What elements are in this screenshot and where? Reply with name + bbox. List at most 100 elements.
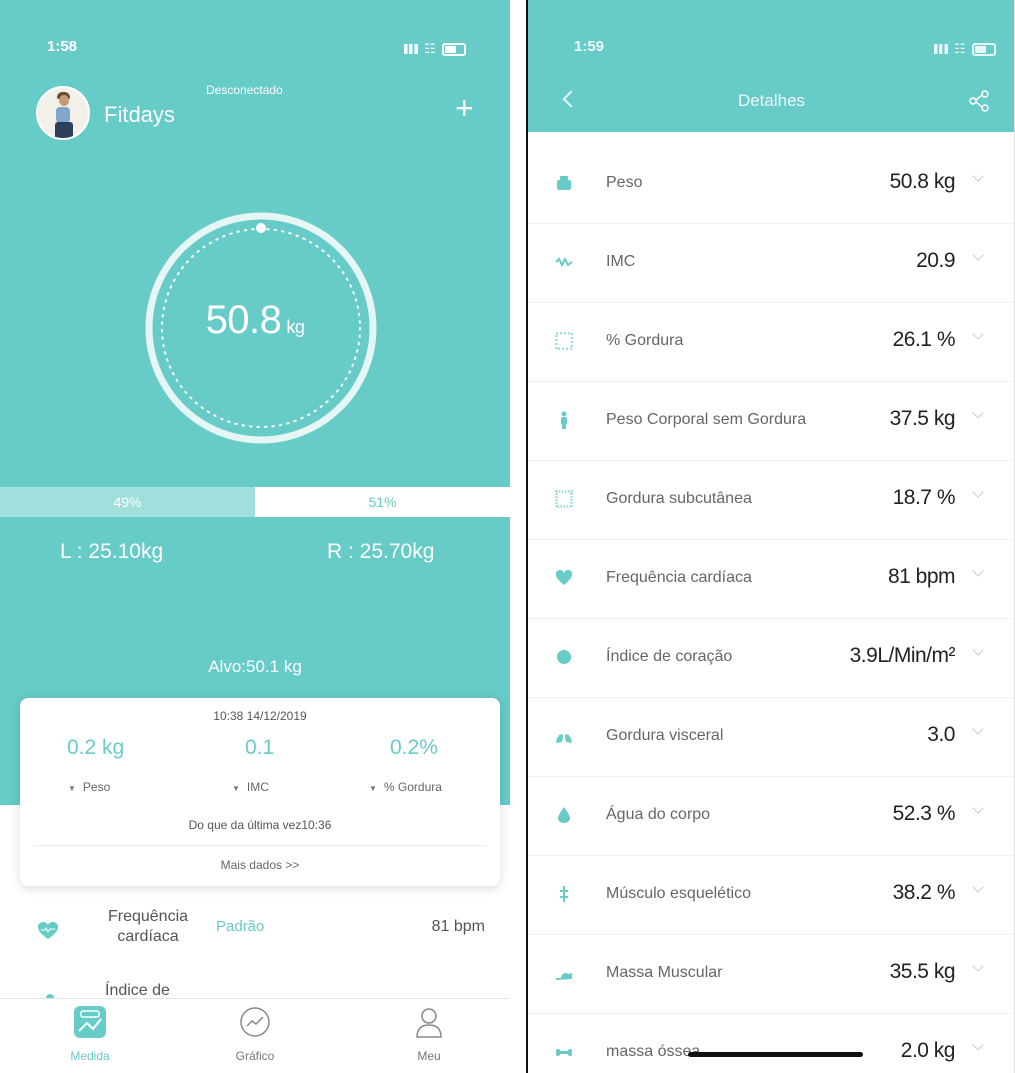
detail-row-name: Gordura visceral [606,727,724,744]
chevron-down-icon[interactable] [972,802,984,814]
water-drop-icon [558,807,570,823]
body-icon [561,411,567,429]
balance-left-bar: 49% [0,487,255,517]
card-divider [34,845,486,846]
battery-icon [971,42,996,56]
chart-icon [238,1005,272,1039]
detail-row-name: Gordura subcutânea [606,490,752,507]
detail-row[interactable]: Frequência cardíaca 81 bpm [528,541,1014,619]
chevron-down-icon[interactable] [972,723,984,735]
tab-medida[interactable]: Medida [40,1005,140,1063]
detail-row-value: 38.2 % [892,881,956,904]
detail-row-value: 20.9 [916,249,955,272]
change-card: 10:38 14/12/2019 0.2 kg 0.1 0.2% ▼ Peso ▼… [20,698,500,886]
chevron-down-icon[interactable] [972,328,984,340]
home-indicator [688,1052,863,1057]
detail-row[interactable]: % Gordura 26.1 % [528,304,1014,382]
detail-row[interactable]: Índice de coração 3.9L/Min/m² [528,620,1014,698]
heart-icon [556,570,572,585]
tab-medida-label: Medida [70,1049,110,1063]
target-weight: Alvo:50.1 kg [208,657,302,676]
battery-icon [441,42,466,56]
chevron-down-icon[interactable] [972,249,984,261]
detail-row-value: 2.0 kg [900,1039,956,1062]
change-fat-value: 0.2% [390,736,438,759]
chevron-down-icon[interactable] [972,170,984,182]
heart-icon [38,922,58,939]
bmi-icon [555,256,573,268]
down-arrow-icon: ▼ [68,784,76,793]
detail-row-value: 35.5 kg [889,960,956,983]
detail-row-value: 81 bpm [887,565,956,588]
detail-row-name: massa óssea [606,1043,701,1060]
detail-row-name: Peso [606,174,643,191]
detail-row[interactable]: massa óssea 2.0 kg [528,1015,1014,1073]
detail-row[interactable]: Músculo esquelético 38.2 % [528,857,1014,935]
heart-rate-standard: Padrão [216,918,265,935]
subcutaneous-icon [555,490,573,508]
detail-row[interactable]: Massa Muscular 35.5 kg [528,936,1014,1014]
heart-index-icon [557,650,571,664]
weight-reading: 50.8 kg [0,298,510,343]
detail-row-value: 3.9L/Min/m² [849,644,956,667]
chevron-down-icon[interactable] [972,407,984,419]
ring-indicator-dot [256,223,266,233]
navigation-bar: 1:59 ☷ Detalhes [528,0,1014,132]
status-time: 1:58 [47,38,78,55]
more-data-link[interactable]: Mais dados >> [20,858,500,872]
detail-row-name: Massa Muscular [606,964,723,981]
add-button[interactable]: + [455,92,474,124]
tab-meu-label: Meu [417,1049,441,1063]
share-icon[interactable] [968,90,990,112]
detail-row[interactable]: IMC 20.9 [528,225,1014,303]
heart-index-row[interactable]: Índice de [0,970,510,1000]
main-screen: 1:58 ☷ Fitdays Desconectado + 50.8 kg 49%… [0,0,510,1073]
right-side-weight: R : 25.70kg [327,540,435,563]
detail-row-name: Músculo esquelético [606,885,751,902]
scale-icon [73,1005,107,1039]
tab-grafico[interactable]: Gráfico [205,1005,305,1063]
detail-row-value: 3.0 [927,723,955,746]
detail-row-name: Água do corpo [606,806,711,823]
person-icon [412,1005,446,1039]
system-icons: ☷ [404,41,466,57]
detail-row-name: Peso Corporal sem Gordura [606,411,807,428]
down-arrow-icon: ▼ [369,784,377,793]
hero-panel: 1:58 ☷ Fitdays Desconectado + 50.8 kg 49%… [0,0,510,805]
muscle-arm-icon [556,973,572,980]
tab-grafico-label: Gráfico [235,1049,275,1063]
detail-row-name: Frequência cardíaca [606,569,752,586]
connection-status: Desconectado [206,83,283,97]
detail-row[interactable]: Peso Corporal sem Gordura 37.5 kg [528,383,1014,461]
chevron-down-icon[interactable] [972,644,984,656]
detail-row[interactable]: Peso 50.8 kg [528,146,1014,224]
change-bmi-label: ▼ IMC [232,780,269,794]
avatar[interactable] [36,86,90,140]
system-icons: ☷ [934,41,996,57]
heart-rate-label: Frequência cardíaca [107,908,189,945]
detail-row-value: 52.3 % [892,802,956,825]
down-arrow-icon: ▼ [232,784,240,793]
chevron-down-icon[interactable] [972,1039,984,1051]
detail-row[interactable]: Gordura subcutânea 18.7 % [528,462,1014,540]
status-time: 1:59 [574,38,605,55]
detail-row[interactable]: Gordura visceral 3.0 [528,699,1014,777]
change-weight-value: 0.2 kg [67,736,125,759]
tab-meu[interactable]: Meu [379,1005,479,1063]
page-title: Detalhes [737,91,806,110]
change-weight-label: ▼ Peso [68,780,111,794]
detail-row-name: IMC [606,253,636,270]
details-screen: 1:59 ☷ Detalhes Peso 50.8 kg IMC 20.9 % Gord… [526,0,1015,1073]
detail-row-value: 18.7 % [892,486,956,509]
detail-row[interactable]: Água do corpo 52.3 % [528,778,1014,856]
chevron-down-icon[interactable] [972,960,984,972]
wifi-icon: ☷ [424,41,436,56]
chevron-down-icon[interactable] [972,486,984,498]
weight-value: 50.8 [205,298,282,342]
heart-rate-row[interactable]: Frequência cardíaca Padrão 81 bpm [0,898,510,970]
chevron-down-icon[interactable] [972,881,984,893]
left-side-weight: L : 25.10kg [60,540,164,563]
scale-icon [557,176,571,190]
user-name[interactable]: Fitdays [104,102,175,128]
chevron-down-icon[interactable] [972,565,984,577]
